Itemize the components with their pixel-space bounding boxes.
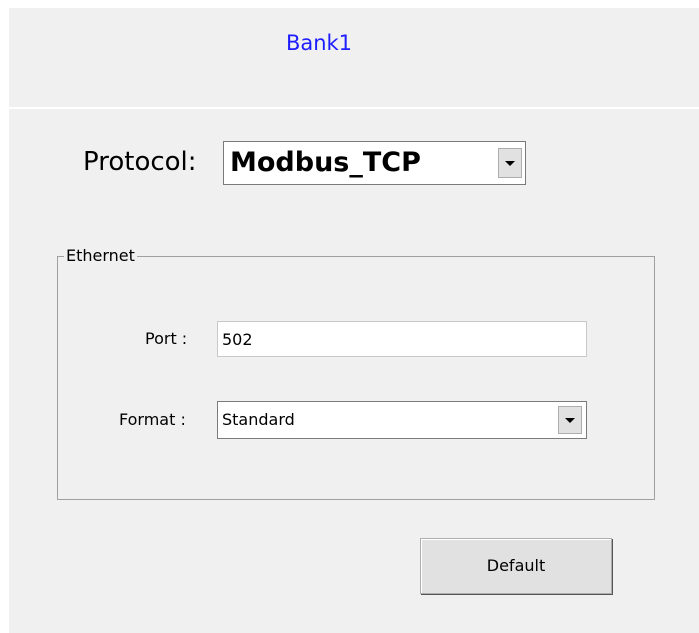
protocol-dropdown[interactable]: Modbus_TCP [223,141,526,185]
default-button[interactable]: Default [420,538,612,594]
ethernet-group-label: Ethernet [64,246,137,265]
ethernet-groupbox: Ethernet [57,247,655,500]
protocol-selected-value: Modbus_TCP [230,147,421,178]
format-dropdown-button[interactable] [558,406,582,434]
chevron-down-icon [505,160,515,166]
protocol-dropdown-button[interactable] [498,148,522,178]
page-title: Bank1 [285,31,353,55]
protocol-label: Protocol: [83,147,197,177]
format-label: Format : [119,410,186,429]
bank-config-panel: Bank1 Protocol: Modbus_TCP Ethernet Port… [9,8,699,633]
title-divider [9,107,699,109]
port-input[interactable] [217,321,587,357]
format-selected-value: Standard [222,410,295,429]
format-dropdown[interactable]: Standard [217,401,587,439]
port-label: Port : [145,329,188,348]
chevron-down-icon [565,417,575,423]
